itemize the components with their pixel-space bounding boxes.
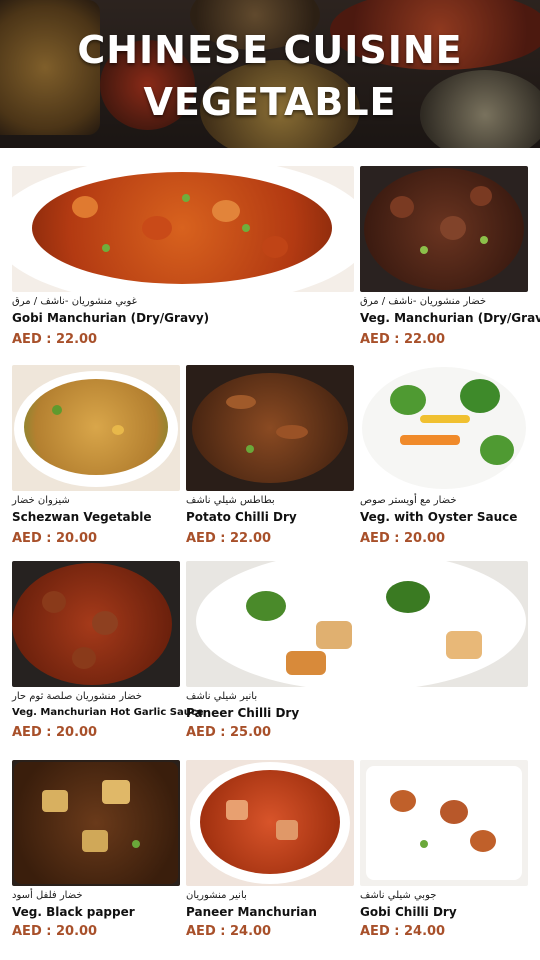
- item-price: AED : 25.00: [186, 725, 272, 740]
- item-arabic-name: خضار فلفل أسود: [12, 890, 83, 901]
- menu-item-card[interactable]: خضار مع أويستر صوص Veg. with Oyster Sauc…: [360, 365, 528, 555]
- dish-photo: [360, 760, 528, 886]
- item-price: AED : 24.00: [360, 924, 446, 939]
- item-price: AED : 20.00: [12, 924, 98, 939]
- item-name: Veg. with Oyster Sauce: [360, 510, 518, 524]
- item-arabic-name: جوبي شيلي ناشف: [360, 890, 437, 901]
- item-name: Gobi Chilli Dry: [360, 905, 457, 919]
- dish-photo: [186, 561, 528, 687]
- header-banner: CHINESE CUISINE VEGETABLE: [0, 0, 540, 148]
- item-arabic-name: بانير منشوريان: [186, 890, 247, 901]
- item-arabic-name: خضار مع أويستر صوص: [360, 495, 457, 506]
- menu-item-card[interactable]: بانير شيلي ناشف Paneer Chilli Dry AED : …: [186, 561, 528, 751]
- dish-photo: [12, 760, 180, 886]
- menu-item-card[interactable]: خضار منشوريان -ناشف / مرق Veg. Manchuria…: [360, 166, 540, 356]
- item-arabic-name: خضار منشوريان -ناشف / مرق: [360, 296, 487, 307]
- item-price: AED : 22.00: [360, 332, 446, 347]
- page-subtitle: VEGETABLE: [143, 80, 397, 124]
- item-name: Potato Chilli Dry: [186, 510, 297, 524]
- item-name: Schezwan Vegetable: [12, 510, 152, 524]
- item-price: AED : 22.00: [186, 531, 272, 546]
- menu-item-card[interactable]: بطاطس شيلي ناشف Potato Chilli Dry AED : …: [186, 365, 354, 555]
- item-name: Veg. Black papper: [12, 905, 135, 919]
- dish-photo: [360, 166, 528, 292]
- item-price: AED : 20.00: [12, 725, 98, 740]
- item-name: Veg. Manchurian Hot Garlic Sauce: [12, 707, 204, 718]
- item-arabic-name: بطاطس شيلي ناشف: [186, 495, 275, 506]
- menu-item-card[interactable]: بانير منشوريان Paneer Manchurian AED : 2…: [186, 760, 354, 950]
- item-price: AED : 24.00: [186, 924, 272, 939]
- item-arabic-name: غوبي منشوريان -ناشف / مرق: [12, 296, 137, 307]
- item-price: AED : 20.00: [12, 531, 98, 546]
- menu-item-card[interactable]: خضار منشوريان صلصة ثوم حار Veg. Manchuri…: [12, 561, 204, 751]
- dish-photo: [12, 561, 180, 687]
- dish-photo: [12, 166, 354, 292]
- menu-item-card[interactable]: خضار فلفل أسود Veg. Black papper AED : 2…: [12, 760, 180, 950]
- dish-photo: [186, 760, 354, 886]
- dish-photo: [12, 365, 180, 491]
- item-name: Paneer Manchurian: [186, 905, 317, 919]
- dish-photo: [186, 365, 354, 491]
- item-arabic-name: بانير شيلي ناشف: [186, 691, 258, 702]
- menu-item-card[interactable]: شيزوان خضار Schezwan Vegetable AED : 20.…: [12, 365, 180, 555]
- item-name: Veg. Manchurian (Dry/Gravy): [360, 311, 540, 325]
- menu-item-card[interactable]: غوبي منشوريان -ناشف / مرق Gobi Manchuria…: [12, 166, 354, 356]
- menu-item-card[interactable]: جوبي شيلي ناشف Gobi Chilli Dry AED : 24.…: [360, 760, 528, 950]
- item-arabic-name: شيزوان خضار: [12, 495, 70, 506]
- item-price: AED : 20.00: [360, 531, 446, 546]
- item-name: Paneer Chilli Dry: [186, 706, 300, 720]
- item-price: AED : 22.00: [12, 332, 98, 347]
- dish-photo: [360, 365, 528, 491]
- item-arabic-name: خضار منشوريان صلصة ثوم حار: [12, 691, 142, 702]
- item-name: Gobi Manchurian (Dry/Gravy): [12, 311, 210, 325]
- page-title: CHINESE CUISINE: [77, 28, 463, 72]
